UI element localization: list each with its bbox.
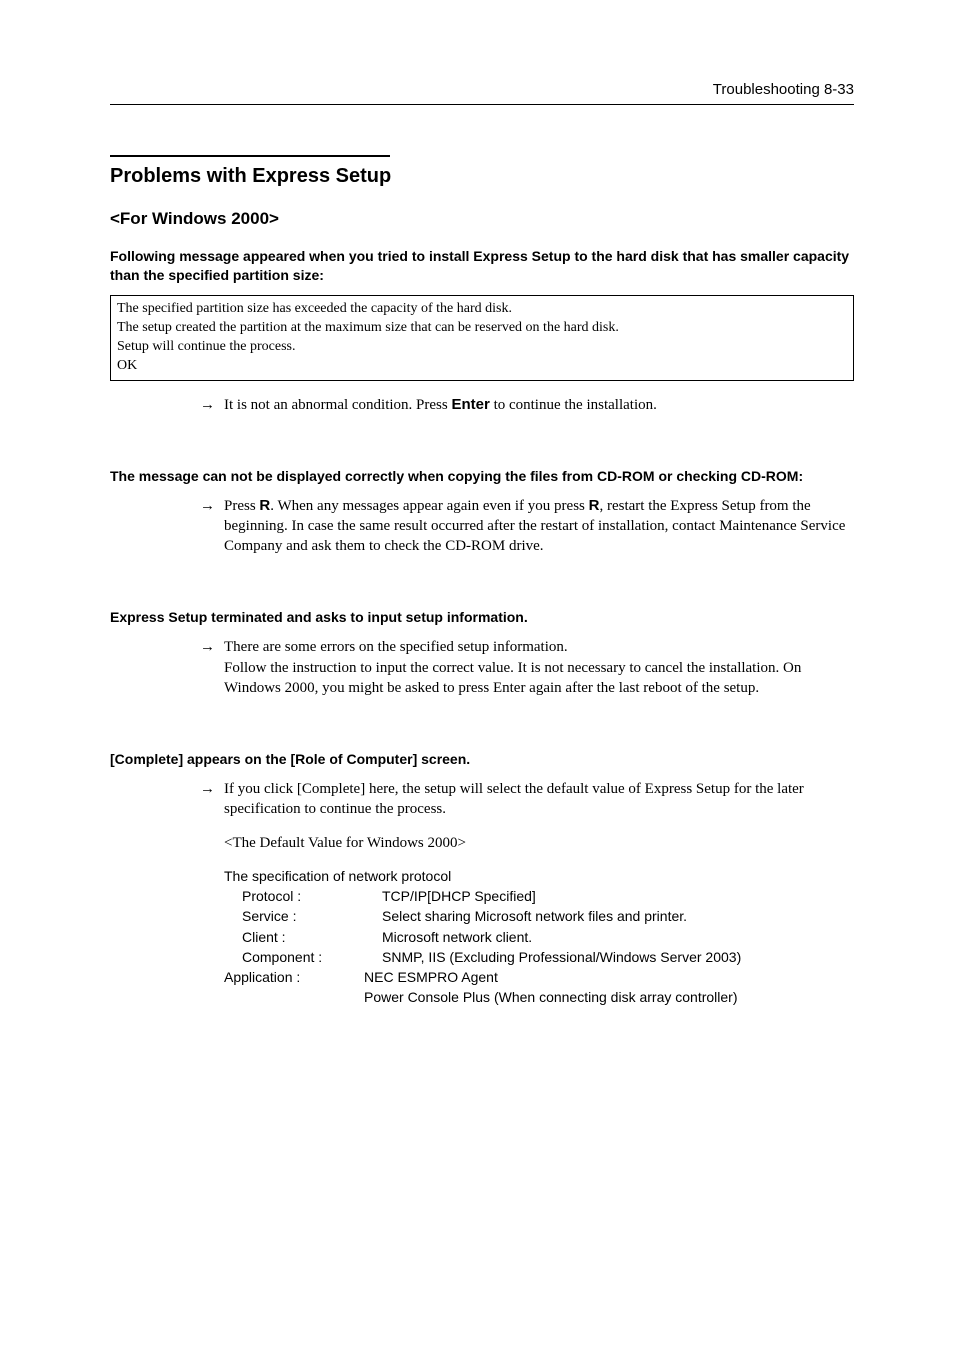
q3-answer: → There are some errors on the specified… bbox=[200, 637, 854, 698]
answer-text: If you click [Complete] here, the setup … bbox=[224, 779, 854, 820]
answer-text: Press R. When any messages appear again … bbox=[224, 496, 854, 557]
default-value-intro: <The Default Value for Windows 2000> bbox=[224, 833, 854, 853]
q3-heading: Express Setup terminated and asks to inp… bbox=[110, 608, 854, 627]
answer-text: There are some errors on the specified s… bbox=[224, 637, 854, 698]
q1-heading: Following message appeared when you trie… bbox=[110, 247, 854, 285]
section-title: Problems with Express Setup bbox=[110, 163, 854, 190]
box-line: The specified partition size has exceede… bbox=[117, 300, 847, 319]
q2-answer: → Press R. When any messages appear agai… bbox=[200, 496, 854, 557]
table-row: Component : SNMP, IIS (Excluding Profess… bbox=[224, 947, 854, 967]
spec-table: The specification of network protocol Pr… bbox=[224, 866, 854, 1008]
spec-label: Component : bbox=[224, 947, 382, 967]
header-text: Troubleshooting 8-33 bbox=[713, 81, 854, 98]
spec-label: Protocol : bbox=[224, 886, 382, 906]
page-header: Troubleshooting 8-33 bbox=[110, 80, 854, 105]
answer-text: It is not an abnormal condition. Press E… bbox=[224, 395, 854, 415]
spec-label: Client : bbox=[224, 927, 382, 947]
q2-heading: The message can not be displayed correct… bbox=[110, 467, 854, 486]
spec-label: Application : bbox=[224, 967, 364, 987]
section-rule bbox=[110, 155, 390, 157]
table-row: Client : Microsoft network client. bbox=[224, 927, 854, 947]
spec-value: TCP/IP[DHCP Specified] bbox=[382, 886, 854, 906]
arrow-icon: → bbox=[200, 779, 224, 820]
spec-value: Microsoft network client. bbox=[382, 927, 854, 947]
keyname: R bbox=[589, 497, 600, 514]
spec-label: Service : bbox=[224, 906, 382, 926]
table-row: Protocol : TCP/IP[DHCP Specified] bbox=[224, 886, 854, 906]
subsection-title: <For Windows 2000> bbox=[110, 208, 854, 231]
spec-value: Select sharing Microsoft network files a… bbox=[382, 906, 854, 926]
box-line: Setup will continue the process. bbox=[117, 338, 847, 357]
spec-value: SNMP, IIS (Excluding Professional/Window… bbox=[382, 947, 854, 967]
arrow-icon: → bbox=[200, 395, 224, 415]
spec-value: Power Console Plus (When connecting disk… bbox=[364, 987, 854, 1007]
text-fragment: It is not an abnormal condition. Press bbox=[224, 397, 451, 413]
table-row: Application : NEC ESMPRO Agent bbox=[224, 967, 854, 987]
text-fragment: Follow the instruction to input the corr… bbox=[224, 660, 801, 696]
table-row: Service : Select sharing Microsoft netwo… bbox=[224, 906, 854, 926]
box-line: The setup created the partition at the m… bbox=[117, 319, 847, 338]
q4-answer: → If you click [Complete] here, the setu… bbox=[200, 779, 854, 820]
q4-heading: [Complete] appears on the [Role of Compu… bbox=[110, 750, 854, 769]
spec-title: The specification of network protocol bbox=[224, 866, 854, 886]
spec-label bbox=[224, 987, 364, 1007]
text-fragment: to continue the installation. bbox=[490, 397, 657, 413]
arrow-icon: → bbox=[200, 637, 224, 698]
q1-answer: → It is not an abnormal condition. Press… bbox=[200, 395, 854, 415]
keyname: R bbox=[259, 497, 270, 514]
text-fragment: There are some errors on the specified s… bbox=[224, 639, 568, 655]
message-box: The specified partition size has exceede… bbox=[110, 295, 854, 381]
keyname: Enter bbox=[451, 396, 489, 413]
text-fragment: . When any messages appear again even if… bbox=[270, 498, 588, 514]
spec-value: NEC ESMPRO Agent bbox=[364, 967, 854, 987]
arrow-icon: → bbox=[200, 496, 224, 557]
box-line: OK bbox=[117, 357, 847, 376]
table-row: Power Console Plus (When connecting disk… bbox=[224, 987, 854, 1007]
text-fragment: Press bbox=[224, 498, 259, 514]
